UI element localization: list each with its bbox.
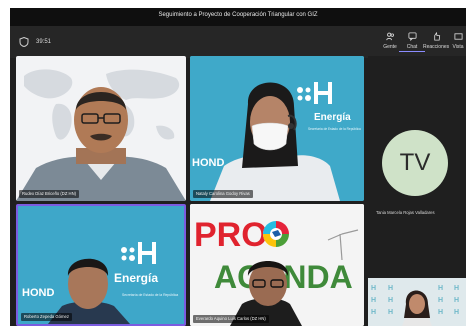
energy-pattern-background: HHH HHH HHH HHH [368,278,466,326]
svg-text:H: H [371,297,376,304]
view-label: Vista [452,44,464,50]
svg-text:H: H [454,309,459,316]
people-icon [385,32,394,41]
meeting-toolbar: 39:51 Gente Chat Reacciones Vista [10,26,466,58]
teams-meeting-window: Seguimiento a Proyecto de Cooperación Tr… [10,8,466,326]
view-button[interactable]: Vista [450,32,466,56]
chat-button[interactable]: Chat [399,32,425,56]
pro-text: PRO [194,216,268,254]
reactions-icon [433,32,440,41]
energy-background: HOND Energía Secretaría de Estado de la … [190,56,364,201]
subtitle-text: Secretaría de Estado de la República [122,293,178,297]
svg-text:H: H [371,309,376,316]
view-icon [453,33,463,40]
svg-text:H: H [388,309,393,316]
chat-icon [407,32,417,41]
participant-name: Nataly Carolina Godoy Rivas [193,190,253,198]
svg-text:H: H [454,297,459,304]
svg-text:H: H [438,297,443,304]
svg-text:H: H [454,285,459,292]
video-tile[interactable]: PRO AGENDA Everardo Aquino Luis Carlos (… [190,204,364,326]
window-title: Seguimiento a Proyecto de Cooperación Tr… [158,12,318,18]
participant-name: Tania Marcela Rojas Valladares [376,210,435,215]
self-preview-video[interactable]: HHH HHH HHH HHH [368,278,466,326]
energy-text: Energía [314,112,351,123]
world-map-background [16,69,186,201]
sdg-wheel-icon [263,221,289,247]
video-tile[interactable]: HOND Energía Secretaría de Estado de la … [190,56,364,201]
energy-background: Energía Secretaría de Estado de la Repúb… [18,206,184,324]
participant-name: Everardo Aquino Luis Carlos (DZ HN) [193,315,269,323]
video-tile-active-speaker[interactable]: Energía Secretaría de Estado de la Repúb… [16,204,186,326]
energy-text: Energía [114,271,158,285]
video-tile[interactable]: Rudex Díaz Briceño (DZ HN) [16,56,186,201]
svg-text:H: H [438,309,443,316]
participant-name: Rudex Díaz Briceño (DZ HN) [19,190,79,198]
avatar: TV [382,130,448,196]
participant-panel[interactable]: TV Tania Marcela Rojas Valladares [368,56,466,278]
shield-icon[interactable] [19,37,29,47]
chat-label: Chat [399,44,425,52]
meeting-timer: 39:51 [36,39,52,45]
title-bar: Seguimiento a Proyecto de Cooperación Tr… [10,8,466,26]
reactions-label: Reacciones [423,44,450,50]
logo-text: HOND [192,157,224,169]
logo-text: HOND [22,287,54,299]
svg-text:H: H [388,297,393,304]
pro-agenda-background: PRO AGENDA [190,204,364,326]
svg-text:H: H [388,285,393,292]
svg-text:H: H [371,285,376,292]
participant-name: Roberto Zepeda Gómez [21,313,72,321]
svg-text:H: H [438,285,443,292]
subtitle-text: Secretaría de Estado de la República [308,127,361,131]
reactions-button[interactable]: Reacciones [423,32,449,56]
